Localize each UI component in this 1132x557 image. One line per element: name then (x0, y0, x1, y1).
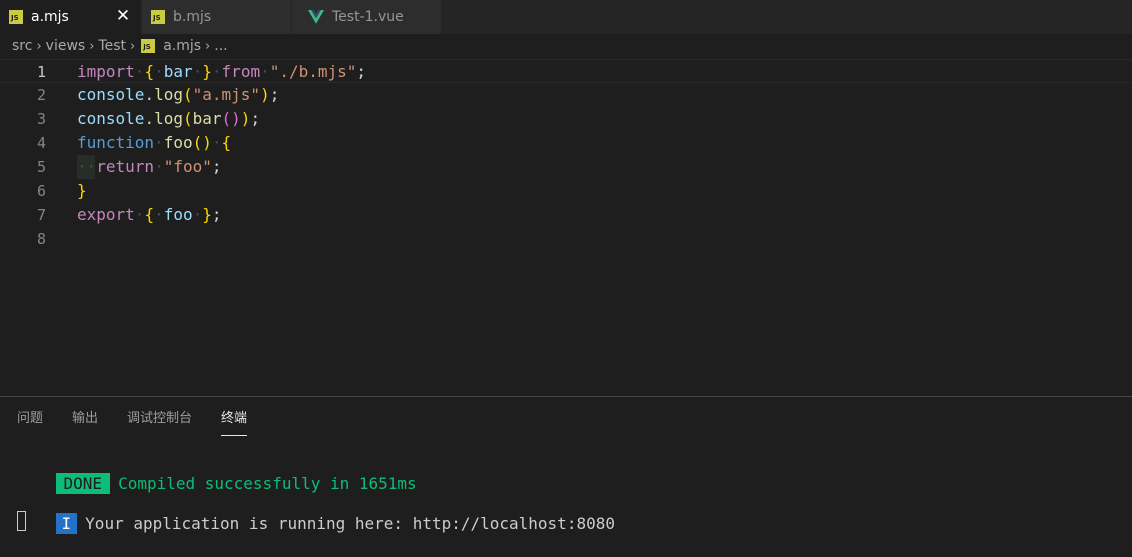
code-line[interactable]: 7 export·{·foo·}; (0, 203, 1132, 227)
tab-problems[interactable]: 问题 (17, 409, 43, 435)
code-text: console.log("a.mjs"); (77, 85, 280, 104)
js-file-icon: JS (141, 39, 156, 53)
code-line[interactable]: 2 console.log("a.mjs"); (0, 83, 1132, 107)
tab-test-1-vue[interactable]: Test-1.vue (292, 0, 442, 34)
line-number: 8 (36, 230, 46, 248)
code-line[interactable]: 6 } (0, 179, 1132, 203)
breadcrumb-item-file[interactable]: a.mjs (163, 38, 201, 54)
breadcrumb: src › views › Test › JS a.mjs › ... (0, 34, 1132, 58)
tab-label: b.mjs (173, 9, 212, 25)
js-file-icon: JS (9, 10, 23, 24)
line-number: 4 (36, 134, 46, 152)
chevron-right-icon: › (89, 38, 95, 54)
editor-tab-bar: JS a.mjs ✕ JS b.mjs Test-1.vue (0, 0, 1132, 34)
code-line[interactable]: 4 function·foo()·{ (0, 131, 1132, 155)
chevron-right-icon: › (129, 38, 136, 54)
code-editor[interactable]: 1 import·{·bar·}·from·"./b.mjs"; 2 conso… (0, 59, 1132, 395)
line-number: 3 (36, 110, 46, 128)
tab-label: Test-1.vue (332, 9, 404, 25)
code-text: } (77, 181, 87, 200)
bottom-panel: 问题 输出 调试控制台 终端 DONE Compiled successfully… (0, 396, 1132, 548)
line-number: 1 (36, 63, 46, 81)
terminal-message[interactable]: Your application is running here: http:/… (85, 514, 615, 533)
js-file-icon: JS (151, 10, 165, 24)
info-badge: I (55, 513, 78, 534)
panel-tabs: 问题 输出 调试控制台 终端 (17, 409, 276, 436)
code-line[interactable]: 8 (0, 227, 1132, 251)
line-number: 6 (36, 182, 46, 200)
code-text: console.log(bar()); (77, 109, 261, 128)
terminal-cursor (17, 511, 26, 531)
code-line[interactable]: 3 console.log(bar()); (0, 107, 1132, 131)
chevron-right-icon: › (205, 38, 211, 54)
vue-file-icon (308, 10, 324, 24)
code-text: function·foo()·{ (77, 133, 232, 152)
line-number: 7 (36, 206, 46, 224)
tab-debug-console[interactable]: 调试控制台 (127, 409, 192, 435)
breadcrumb-item-symbols[interactable]: ... (214, 38, 227, 54)
tab-label: a.mjs (31, 9, 69, 25)
tab-b-mjs[interactable]: JS b.mjs (142, 0, 292, 34)
tab-terminal[interactable]: 终端 (221, 409, 248, 436)
breadcrumb-item-src[interactable]: src (12, 38, 32, 54)
tab-a-mjs[interactable]: JS a.mjs ✕ (0, 0, 142, 34)
code-line[interactable]: 1 import·{·bar·}·from·"./b.mjs"; (0, 59, 1132, 83)
code-line[interactable]: 5 ··return·"foo"; (0, 155, 1132, 179)
code-text: import·{·bar·}·from·"./b.mjs"; (77, 62, 367, 81)
code-text: export·{·foo·}; (77, 205, 222, 224)
breadcrumb-item-views[interactable]: views (46, 38, 86, 54)
chevron-right-icon: › (36, 38, 42, 54)
line-number: 2 (36, 86, 46, 104)
close-icon[interactable]: ✕ (115, 8, 131, 25)
breadcrumb-item-test[interactable]: Test (98, 38, 126, 54)
code-text: ··return·"foo"; (77, 157, 222, 176)
terminal-line: I Your application is running here: http:… (17, 491, 615, 557)
tab-output[interactable]: 输出 (72, 409, 98, 435)
line-number: 5 (36, 158, 46, 176)
